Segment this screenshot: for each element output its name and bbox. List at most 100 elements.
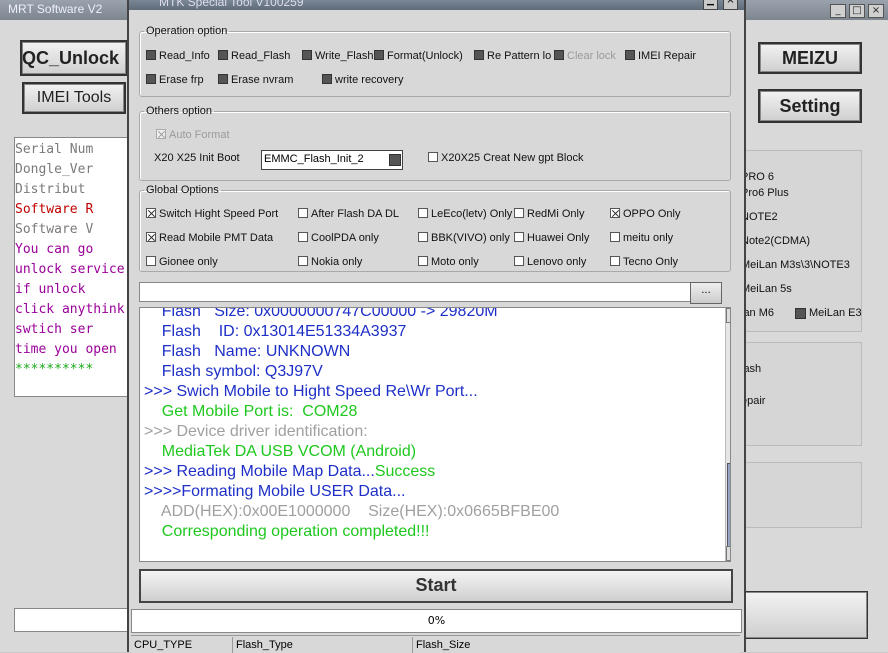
dialog-close-icon[interactable]: ×	[723, 0, 738, 10]
model-option[interactable]: Pro6 Plus	[741, 187, 789, 199]
minimize-icon[interactable]: _	[830, 4, 846, 18]
maximize-icon[interactable]: □	[849, 4, 865, 18]
model-label: Pro6 Plus	[741, 187, 789, 199]
operation-option-group: Operation option Read_Info Read_Flash Writ…	[139, 25, 731, 97]
global-option-checkbox[interactable]: LeEco(letv) Only	[418, 208, 512, 220]
model-option[interactable]: NOTE2	[741, 211, 778, 223]
imei-tools-button[interactable]: IMEI Tools	[22, 82, 126, 114]
progress-bar: 0%	[131, 609, 742, 633]
global-check-icon	[514, 208, 524, 218]
model-option[interactable]: MeiLan 5s	[741, 283, 792, 295]
operation-checkbox[interactable]: Erase nvram	[218, 74, 293, 86]
operation-log: Flash Size: 0x0000000747C00000 -> 29820M…	[139, 307, 731, 562]
status-flash-type: Flash_Type	[233, 637, 413, 653]
model-label: MeiLan 5s	[741, 283, 792, 295]
global-check-icon	[610, 256, 620, 266]
chevron-down-icon[interactable]	[389, 154, 401, 166]
operation-checkbox[interactable]: Erase frp	[146, 74, 204, 86]
dialog-minimize-icon[interactable]: ▁	[703, 0, 718, 10]
scroll-down-icon[interactable]: ▼	[726, 546, 730, 561]
log-line: >>> Swich Mobile to Hight Speed Re\Wr Po…	[144, 383, 478, 400]
global-option-label: Huawei Only	[527, 232, 590, 244]
operation-checkbox[interactable]: write recovery	[322, 74, 403, 86]
global-option-label: BBK(VIVO) only	[431, 232, 510, 244]
operation-checkbox[interactable]: Read_Flash	[218, 50, 290, 62]
progress-text: 0%	[427, 614, 446, 627]
gpt-block-checkbox[interactable]: X20X25 Creat New gpt Block	[428, 152, 583, 164]
operation-check-icon	[218, 50, 228, 60]
log-line: Corresponding operation completed!!!	[144, 523, 430, 540]
model-check-icon	[795, 307, 806, 319]
close-icon[interactable]: ×	[868, 4, 884, 18]
operation-label: Erase frp	[159, 74, 204, 86]
operation-option-legend: Operation option	[146, 25, 228, 37]
mtk-special-tool-dialog: MTK Special Tool V100259 ▁ × Operation o…	[127, 0, 746, 653]
mrt-window-title: MRT Software V2	[8, 2, 103, 16]
global-option-label: Read Mobile PMT Data	[159, 232, 274, 244]
model-option[interactable]: Note2(CDMA)	[741, 235, 810, 247]
mrt-log-line: Software V	[15, 222, 94, 237]
global-options-group: Global Options Switch Hight Speed Port Af…	[139, 184, 731, 272]
auto-format-label: Auto Format	[169, 129, 230, 141]
operation-label: Read_Info	[159, 50, 210, 62]
global-option-checkbox[interactable]: OPPO Only	[610, 208, 680, 220]
scroll-thumb[interactable]	[727, 463, 730, 550]
global-option-checkbox[interactable]: RedMi Only	[514, 208, 584, 220]
log-line: Flash Name: UNKNOWN	[144, 343, 351, 360]
log-lines: Flash Size: 0x0000000747C00000 -> 29820M…	[144, 307, 559, 542]
operation-checkbox[interactable]: Write_Flash	[302, 50, 373, 62]
log-line: >>>>Formating Mobile USER Data...	[144, 483, 406, 500]
operation-checkbox[interactable]: Clear lock	[554, 50, 616, 62]
model-option[interactable]: MeiLan E3	[795, 307, 862, 319]
global-option-checkbox[interactable]: Nokia only	[298, 256, 362, 268]
setting-button[interactable]: Setting	[758, 89, 862, 123]
meizu-button[interactable]: MEIZU	[758, 42, 862, 74]
log-success-text: Success	[374, 463, 436, 480]
browse-button[interactable]: ...	[690, 282, 722, 304]
log-line: Flash ID: 0x13014E51334A3937	[144, 323, 407, 340]
scroll-up-icon[interactable]: ▲	[726, 308, 730, 323]
side-action-button[interactable]	[742, 591, 868, 639]
global-option-label: CoolPDA only	[311, 232, 379, 244]
mrt-log-line: Distribut	[15, 182, 86, 197]
dialog-title: MTK Special Tool V100259	[159, 0, 304, 9]
model-option[interactable]: MeiLan M3s\3\NOTE3	[741, 259, 850, 271]
global-check-icon	[298, 232, 308, 242]
global-option-checkbox[interactable]: BBK(VIVO) only	[418, 232, 510, 244]
operation-check-icon	[146, 50, 156, 60]
global-option-checkbox[interactable]: meitu only	[610, 232, 673, 244]
global-check-icon	[146, 208, 156, 218]
global-option-checkbox[interactable]: Tecno Only	[610, 256, 678, 268]
operation-checkbox[interactable]: IMEI Repair	[625, 50, 696, 62]
operation-label: IMEI Repair	[638, 50, 697, 62]
operation-check-icon	[374, 50, 384, 60]
global-option-checkbox[interactable]: Gionee only	[146, 256, 218, 268]
global-check-icon	[610, 232, 620, 242]
side-options-panel: lash epair	[740, 342, 862, 446]
operation-check-icon	[302, 50, 312, 60]
log-scrollbar[interactable]: ▲ ▼	[725, 308, 730, 561]
operation-check-icon	[474, 50, 484, 60]
log-line: Flash Size: 0x0000000747C00000 -> 29820M	[144, 307, 498, 320]
global-check-icon	[298, 208, 308, 218]
global-option-checkbox[interactable]: CoolPDA only	[298, 232, 379, 244]
operation-checkbox[interactable]: Re Pattern lo	[474, 50, 551, 62]
global-options-legend: Global Options	[146, 184, 219, 196]
mrt-log-line: Software R	[15, 202, 94, 217]
model-label: MeiLan M3s\3\NOTE3	[741, 259, 850, 271]
init-boot-select[interactable]: EMMC_Flash_Init_2	[261, 150, 403, 170]
global-option-checkbox[interactable]: Huawei Only	[514, 232, 589, 244]
global-option-checkbox[interactable]: Moto only	[418, 256, 479, 268]
start-button[interactable]: Start	[139, 569, 733, 603]
global-option-checkbox[interactable]: Lenovo only	[514, 256, 586, 268]
operation-checkbox[interactable]: Read_Info	[146, 50, 210, 62]
file-path-input[interactable]	[139, 282, 691, 302]
init-boot-selected-value: EMMC_Flash_Init_2	[264, 153, 364, 165]
operation-checkbox[interactable]: Format(Unlock)	[374, 50, 463, 62]
log-line-text: >>> Reading Mobile Map Data...	[144, 463, 375, 480]
gpt-block-label: X20X25 Creat New gpt Block	[441, 152, 584, 164]
global-option-checkbox[interactable]: After Flash DA DL	[298, 208, 399, 220]
qc-unlock-button[interactable]: QC_Unlock	[20, 40, 128, 76]
global-option-checkbox[interactable]: Switch Hight Speed Port	[146, 208, 278, 220]
global-option-checkbox[interactable]: Read Mobile PMT Data	[146, 232, 273, 244]
